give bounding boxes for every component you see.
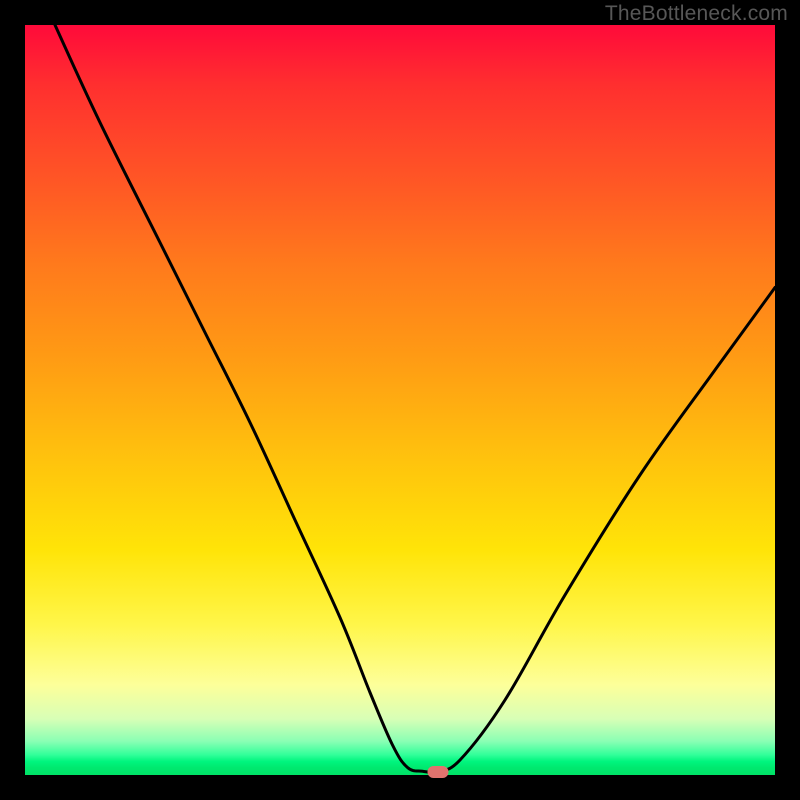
- watermark-text: TheBottleneck.com: [605, 2, 788, 26]
- chart-frame: TheBottleneck.com: [0, 0, 800, 800]
- optimal-point-marker: [427, 766, 448, 778]
- bottleneck-curve: [25, 25, 775, 775]
- plot-area: [25, 25, 775, 775]
- curve-path: [55, 25, 775, 772]
